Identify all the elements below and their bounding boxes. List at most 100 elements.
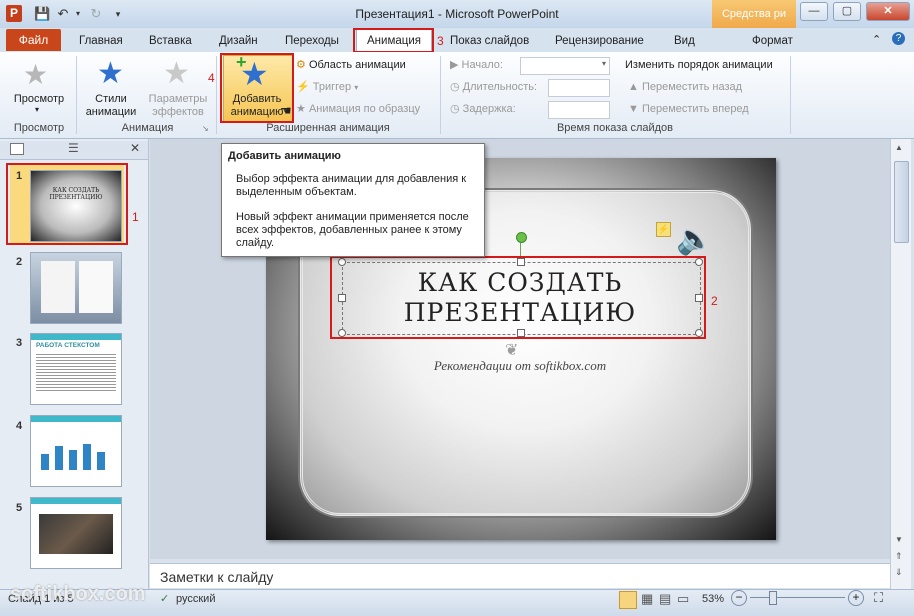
scroll-down-icon[interactable]: ▼ [895, 535, 903, 544]
trigger-label: Триггер [312, 81, 352, 93]
thumb-3-stripe [31, 334, 121, 340]
zoom-in-button[interactable]: + [848, 590, 864, 606]
preview-dropdown-icon[interactable]: ▾ [35, 105, 39, 114]
move-forward-icon: ▼ [628, 103, 639, 115]
animation-painter-label: Анимация по образцу [308, 103, 421, 115]
context-tab-header: Средства ри [712, 0, 796, 28]
start-dropdown-icon: ▾ [601, 59, 606, 68]
language-indicator[interactable]: русский [176, 593, 215, 605]
close-button[interactable]: ✕ [866, 2, 910, 21]
tab-view[interactable]: Вид [674, 32, 695, 50]
tab-slideshow[interactable]: Показ слайдов [450, 32, 529, 50]
fit-to-window-icon[interactable]: ⛶ [874, 590, 883, 606]
slide-number: 5 [16, 502, 23, 514]
animation-styles-button[interactable]: Стили анимации [80, 93, 142, 119]
annotation-number-2: 2 [711, 294, 718, 308]
move-back-icon: ▲ [628, 81, 639, 93]
lightning-icon: ⚡ [656, 222, 671, 237]
vertical-scrollbar[interactable]: ▲ ▼ ⇑ ⇓ [890, 139, 911, 589]
delay-label: ◷ Задержка: [450, 101, 516, 117]
slide-sorter-icon[interactable]: ▦ [641, 591, 653, 607]
start-select[interactable]: ▾ [520, 57, 610, 75]
previous-slide-icon[interactable]: ⇑ [895, 551, 903, 562]
animation-pane-button[interactable]: ⚙ Область анимации [296, 57, 406, 73]
thumb-2-page [41, 261, 75, 313]
duration-spinner[interactable] [548, 79, 610, 97]
minimize-ribbon-icon[interactable]: ⌃ [872, 33, 881, 46]
group-separator [440, 56, 441, 134]
thumb-4-bar [55, 446, 63, 470]
start-label-text: Начало: [461, 59, 503, 71]
add-animation-tooltip: Добавить анимацию Выбор эффекта анимации… [221, 143, 485, 257]
rotation-handle[interactable] [516, 232, 527, 243]
animation-painter-button[interactable]: ★ Анимация по образцу [296, 101, 420, 117]
slide-number: 2 [16, 256, 23, 268]
slides-tab-icon[interactable] [10, 143, 24, 155]
tooltip-line-1: Выбор эффекта анимации для добавления к … [236, 173, 467, 198]
notes-placeholder: Заметки к слайду [160, 569, 274, 585]
thumb-4-bar [41, 454, 49, 470]
next-slide-icon[interactable]: ⇓ [895, 567, 903, 578]
outline-tab-icon[interactable]: ☰ [68, 141, 79, 155]
zoom-out-button[interactable]: − [731, 590, 747, 606]
annotation-box-2 [330, 256, 706, 339]
tab-transitions[interactable]: Переходы [285, 32, 339, 50]
zoom-slider-thumb[interactable] [769, 591, 777, 605]
close-pane-icon[interactable]: ✕ [130, 141, 140, 155]
scroll-up-icon[interactable]: ▲ [895, 143, 903, 152]
tab-design[interactable]: Дизайн [219, 32, 258, 50]
slideshow-view-icon[interactable]: ▭ [677, 591, 689, 607]
group-label-preview: Просмотр [13, 122, 65, 134]
animation-pane-label: Область анимации [308, 59, 406, 71]
annotation-number-4: 4 [208, 71, 215, 85]
slide-subtitle[interactable]: Рекомендации от softikbox.com [340, 358, 700, 374]
effect-params-button[interactable]: Параметры эффектов [144, 93, 212, 119]
mouse-cursor-icon: ☚ [280, 103, 292, 118]
tooltip-line-2: Новый эффект анимации применяется после … [236, 211, 469, 249]
tab-file[interactable]: Файл [6, 29, 61, 51]
thumb-3-title: РАБОТА СТЕКСТОМ [36, 342, 100, 349]
thumb-3-text [36, 352, 116, 392]
notes-pane[interactable]: Заметки к слайду [150, 563, 890, 588]
animation-dialog-launcher-icon[interactable]: ↘ [202, 124, 209, 133]
help-icon[interactable]: ? [892, 32, 905, 45]
animation-pane-icon: ⚙ [296, 59, 306, 71]
slide-thumbnail-4[interactable] [30, 415, 122, 487]
tab-review[interactable]: Рецензирование [555, 32, 644, 50]
annotation-number-3: 3 [437, 34, 444, 48]
speaker-icon[interactable]: 🔈 [676, 222, 713, 257]
tooltip-title: Добавить анимацию [228, 150, 341, 162]
maximize-button[interactable]: ▢ [833, 2, 861, 21]
normal-view-icon[interactable] [619, 591, 637, 609]
zoom-level[interactable]: 53% [702, 593, 724, 605]
tab-format[interactable]: Формат [752, 32, 793, 50]
effect-params-star-icon: ★ [163, 57, 190, 90]
group-separator [790, 56, 791, 134]
delay-icon: ◷ [450, 103, 460, 115]
zoom-slider-track[interactable] [750, 597, 845, 598]
slide-thumbnail-2[interactable] [30, 252, 122, 324]
slide-thumbnail-3[interactable]: РАБОТА СТЕКСТОМ [30, 333, 122, 405]
slide-number: 4 [16, 420, 23, 432]
tab-insert[interactable]: Вставка [149, 32, 192, 50]
duration-icon: ◷ [450, 81, 460, 93]
annotation-box-3 [353, 28, 434, 53]
group-separator [216, 56, 217, 134]
trigger-button[interactable]: ⚡ Триггер ▾ [296, 79, 358, 95]
animation-painter-icon: ★ [296, 103, 306, 115]
thumb-2-page [79, 261, 113, 313]
scroll-thumb[interactable] [894, 161, 909, 243]
tab-home[interactable]: Главная [79, 32, 123, 50]
slide-number: 3 [16, 337, 23, 349]
move-back-button[interactable]: ▲ Переместить назад [628, 79, 742, 95]
group-label-timing: Время показа слайдов [556, 122, 674, 134]
minimize-button[interactable]: — [800, 2, 828, 21]
reading-view-icon[interactable]: ▤ [659, 591, 671, 607]
move-forward-button[interactable]: ▼ Переместить вперед [628, 101, 749, 117]
duration-label-text: Длительность: [462, 81, 538, 93]
delay-spinner[interactable] [548, 101, 610, 119]
annotation-number-1: 1 [132, 210, 139, 224]
trigger-icon: ⚡ [296, 81, 310, 93]
spellcheck-icon[interactable]: ✓ [160, 592, 169, 605]
slide-thumbnail-5[interactable] [30, 497, 122, 569]
